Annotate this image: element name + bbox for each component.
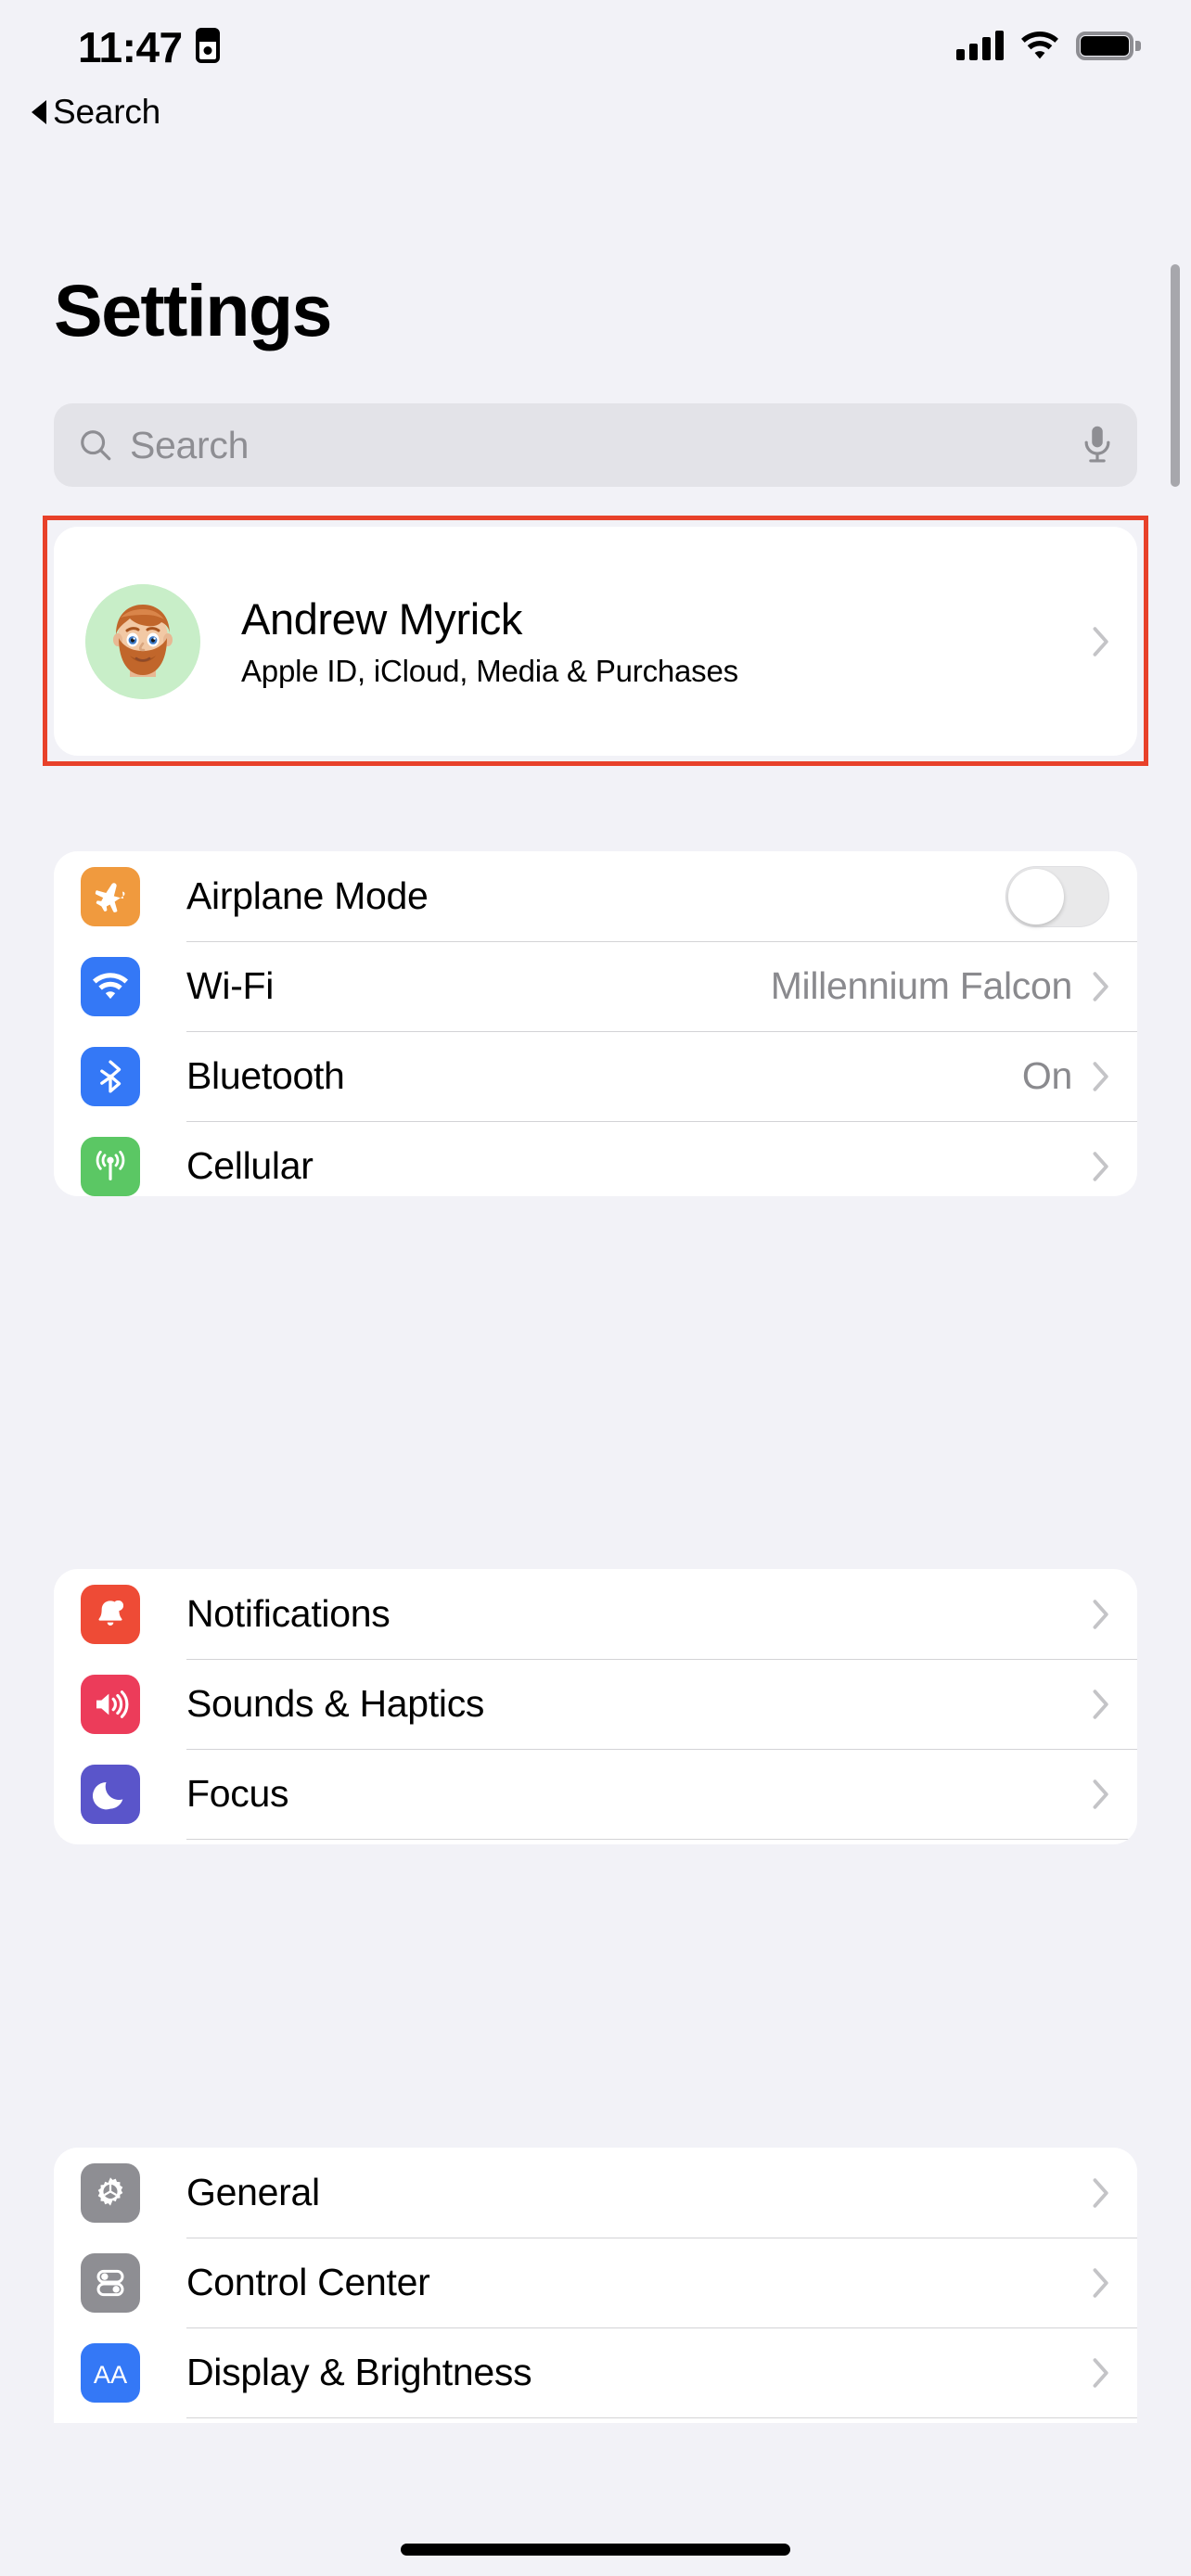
search-field[interactable]: Search	[54, 403, 1137, 487]
chevron-right-icon	[1093, 1061, 1108, 1091]
cellular-signal-icon	[956, 31, 1004, 60]
speaker-wave-icon	[81, 1674, 140, 1734]
settings-row-sounds-haptics[interactable]: Sounds & Haptics	[54, 1659, 1137, 1749]
row-accessory	[1093, 2267, 1109, 2298]
text-size-aa-icon: AA	[81, 2342, 140, 2403]
settings-row-control-center[interactable]: Control Center	[54, 2238, 1137, 2327]
apple-id-card[interactable]: Andrew Myrick Apple ID, iCloud, Media & …	[54, 527, 1137, 756]
chevron-right-icon	[1093, 2357, 1108, 2388]
status-bar-right	[956, 31, 1141, 60]
scroll-indicator[interactable]	[1171, 264, 1180, 487]
settings-row-wifi[interactable]: Wi-Fi Millennium Falcon	[54, 941, 1137, 1031]
row-accessory	[1005, 865, 1109, 927]
settings-row-label: Bluetooth	[186, 1054, 345, 1097]
microphone-icon[interactable]	[1082, 425, 1113, 465]
row-accessory	[1093, 1779, 1109, 1809]
row-accessory	[1093, 2357, 1109, 2388]
settings-row-label: Focus	[186, 1772, 289, 1815]
settings-row-home-screen[interactable]: Home Screen	[54, 2417, 1137, 2423]
settings-row-label: Airplane Mode	[186, 874, 429, 917]
settings-row-display-brightness[interactable]: AA Display & Brightness	[54, 2327, 1137, 2417]
cellular-antenna-icon	[81, 1136, 140, 1196]
moon-icon	[81, 1764, 140, 1824]
settings-screen: 11:47 Search Settings Search Andrew Myri…	[0, 0, 1191, 2576]
row-accessory	[1093, 1689, 1109, 1719]
settings-row-screen-time[interactable]: Screen Time	[54, 1839, 1137, 1844]
row-accessory	[1093, 1599, 1109, 1629]
wifi-network-value: Millennium Falcon	[770, 964, 1073, 1007]
gear-icon	[81, 2162, 140, 2223]
back-caret-icon	[32, 100, 46, 124]
apple-id-text: Andrew Myrick Apple ID, iCloud, Media & …	[241, 593, 738, 689]
status-bar: 11:47	[0, 0, 1191, 91]
svg-text:AA: AA	[94, 2359, 128, 2388]
battery-full-icon	[1076, 31, 1141, 60]
row-accessory	[1093, 1151, 1109, 1181]
settings-group-system: General Control Center AA Display & Brig…	[54, 2148, 1137, 2423]
home-indicator-bar[interactable]	[401, 2544, 790, 2556]
settings-row-cellular[interactable]: Cellular	[54, 1121, 1137, 1196]
settings-group-alerts: Notifications Sounds & Haptics Focus	[54, 1569, 1137, 1844]
chevron-right-icon	[1093, 971, 1108, 1001]
bluetooth-icon	[81, 1046, 140, 1106]
settings-row-label: Wi-Fi	[186, 964, 275, 1007]
settings-group-connectivity: Airplane Mode Wi-Fi Millennium Falcon Bl…	[54, 851, 1137, 1196]
settings-row-label: Sounds & Haptics	[186, 1682, 485, 1725]
memoji-avatar	[85, 583, 200, 699]
back-button-label: Search	[53, 93, 161, 131]
chevron-right-icon	[1093, 626, 1108, 657]
chevron-right-icon	[1093, 1599, 1108, 1629]
apple-id-name: Andrew Myrick	[241, 594, 522, 644]
row-accessory: Millennium Falcon	[771, 964, 1109, 1008]
settings-row-label: Cellular	[186, 1144, 314, 1187]
settings-row-airplane-mode[interactable]: Airplane Mode	[54, 851, 1137, 941]
search-input[interactable]: Search	[130, 424, 1082, 467]
status-bar-left: 11:47	[78, 22, 220, 69]
airplane-mode-toggle[interactable]	[1005, 865, 1109, 927]
settings-row-notifications[interactable]: Notifications	[54, 1569, 1137, 1659]
settings-row-label: Display & Brightness	[186, 2351, 532, 2393]
chevron-right-icon	[1093, 2267, 1108, 2298]
chevron-right-icon	[1093, 1689, 1108, 1719]
wifi-icon	[1021, 32, 1058, 59]
row-accessory: On	[1022, 1054, 1109, 1098]
apple-id-subtitle: Apple ID, iCloud, Media & Purchases	[241, 654, 738, 688]
back-button[interactable]: Search	[32, 93, 160, 132]
settings-row-label: Notifications	[186, 1592, 391, 1635]
settings-row-focus[interactable]: Focus	[54, 1749, 1137, 1839]
settings-row-label: General	[186, 2171, 320, 2213]
row-accessory	[1093, 2177, 1109, 2208]
portrait-indicator-icon	[195, 28, 220, 63]
chevron-right-icon	[1093, 1151, 1108, 1181]
airplane-icon	[81, 866, 140, 926]
bluetooth-status-value: On	[1021, 1054, 1072, 1097]
bell-badge-icon	[81, 1584, 140, 1644]
wifi-icon	[81, 956, 140, 1016]
chevron-right-icon	[1093, 2177, 1108, 2208]
status-bar-clock: 11:47	[78, 23, 183, 71]
settings-row-general[interactable]: General	[54, 2148, 1137, 2238]
settings-row-label: Control Center	[186, 2261, 430, 2303]
settings-row-bluetooth[interactable]: Bluetooth On	[54, 1031, 1137, 1121]
control-toggles-icon	[81, 2252, 140, 2313]
page-title: Settings	[54, 269, 332, 351]
search-icon	[81, 430, 111, 461]
chevron-right-icon	[1093, 1779, 1108, 1809]
